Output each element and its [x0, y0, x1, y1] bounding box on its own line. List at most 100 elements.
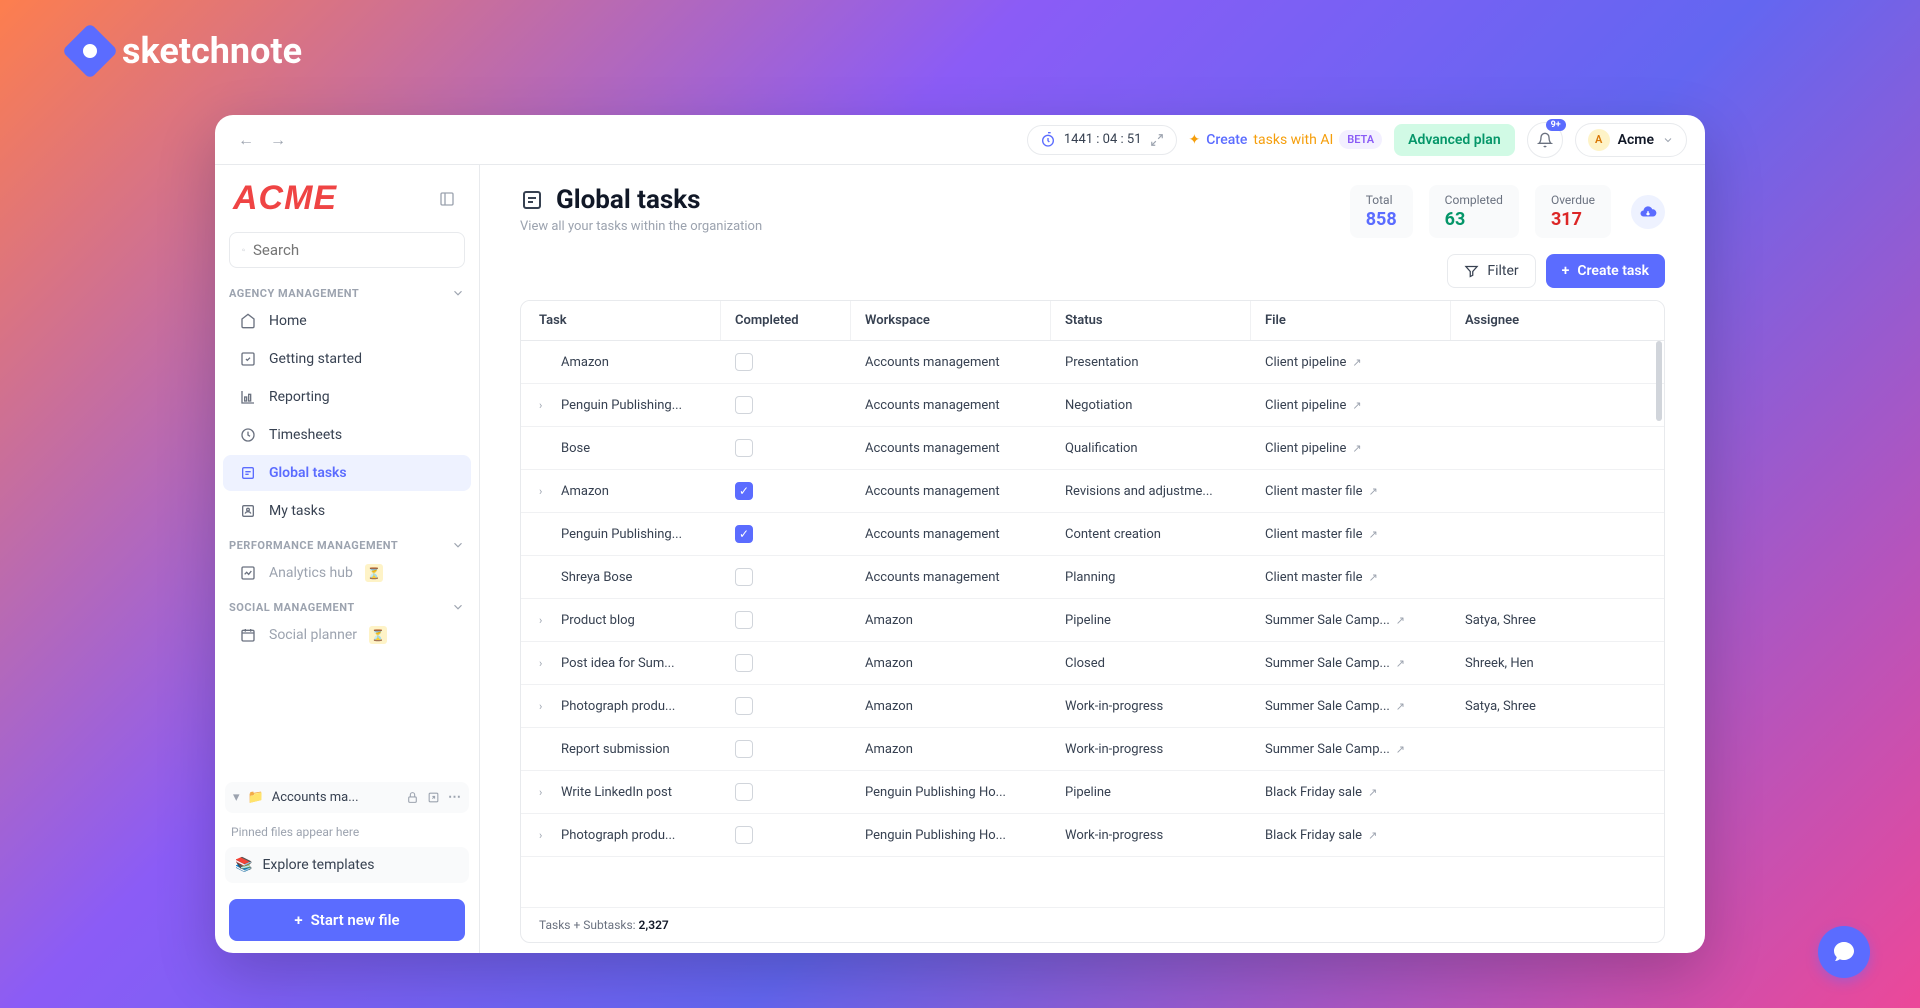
plan-button[interactable]: Advanced plan: [1394, 124, 1515, 156]
external-link-icon[interactable]: ↗: [1352, 442, 1361, 455]
sidebar-item-home[interactable]: Home: [223, 303, 471, 339]
org-switcher[interactable]: A Acme: [1575, 123, 1687, 157]
table-row[interactable]: Penguin Publishing... ✓ Accounts managem…: [521, 513, 1664, 556]
stat-label: Completed: [1445, 193, 1503, 207]
sidebar-toggle-button[interactable]: [433, 185, 461, 213]
completed-checkbox[interactable]: [735, 353, 753, 371]
completed-checkbox[interactable]: [735, 439, 753, 457]
sidebar-item-timesheets[interactable]: Timesheets: [223, 417, 471, 453]
timer-pill[interactable]: 1441 : 04 : 51: [1027, 125, 1177, 155]
table-row[interactable]: Report submission Amazon Work-in-progres…: [521, 728, 1664, 771]
external-link-icon[interactable]: ↗: [1369, 485, 1378, 498]
filter-button[interactable]: Filter: [1447, 254, 1535, 288]
table-header: Task Completed Workspace Status File Ass…: [521, 301, 1664, 341]
nav-forward-button[interactable]: →: [265, 127, 291, 153]
chevron-down-icon[interactable]: [451, 286, 465, 300]
th-status[interactable]: Status: [1051, 301, 1251, 340]
completed-checkbox[interactable]: ✓: [735, 525, 753, 543]
file-cell: Black Friday sale: [1265, 828, 1362, 843]
create-tasks-ai-button[interactable]: ✦ Create tasks with AI BETA: [1189, 130, 1383, 149]
completed-checkbox[interactable]: [735, 396, 753, 414]
download-button[interactable]: [1631, 195, 1665, 229]
external-link-icon[interactable]: ↗: [1368, 829, 1377, 842]
create-task-button[interactable]: + Create task: [1546, 254, 1665, 288]
expand-icon[interactable]: ›: [539, 786, 553, 799]
th-task[interactable]: Task: [521, 301, 721, 340]
more-icon[interactable]: ⋯: [448, 790, 461, 805]
external-link-icon[interactable]: ↗: [1396, 657, 1405, 670]
completed-checkbox[interactable]: [735, 611, 753, 629]
th-completed[interactable]: Completed: [721, 301, 851, 340]
task-name: Photograph produ...: [561, 699, 675, 714]
table-row[interactable]: ›Penguin Publishing... Accounts manageme…: [521, 384, 1664, 427]
chat-button[interactable]: [1818, 926, 1870, 978]
th-workspace[interactable]: Workspace: [851, 301, 1051, 340]
nav-back-button[interactable]: ←: [233, 127, 259, 153]
sidebar-item-social-planner[interactable]: Social planner⏳: [223, 617, 471, 653]
expand-icon[interactable]: ›: [539, 614, 553, 627]
plus-icon: +: [1562, 263, 1570, 279]
completed-checkbox[interactable]: [735, 697, 753, 715]
workspace-cell: Amazon: [851, 730, 1051, 769]
expand-icon[interactable]: ›: [539, 700, 553, 713]
sidebar-item-global-tasks[interactable]: Global tasks: [223, 455, 471, 491]
table-body[interactable]: Amazon Accounts management Presentation …: [521, 341, 1664, 907]
file-cell: Client pipeline: [1265, 398, 1346, 413]
completed-checkbox[interactable]: [735, 826, 753, 844]
external-link-icon[interactable]: ↗: [1352, 399, 1361, 412]
expand-icon[interactable]: ›: [539, 485, 553, 498]
table-row[interactable]: ›Post idea for Sum... Amazon Closed Summ…: [521, 642, 1664, 685]
table-row[interactable]: Amazon Accounts management Presentation …: [521, 341, 1664, 384]
open-icon[interactable]: [427, 791, 440, 804]
status-cell: Closed: [1051, 644, 1251, 683]
expand-icon[interactable]: ›: [539, 829, 553, 842]
external-link-icon[interactable]: ↗: [1396, 743, 1405, 756]
sidebar-item-my-tasks[interactable]: My tasks: [223, 493, 471, 529]
table-footer: Tasks + Subtasks: 2,327: [521, 907, 1664, 942]
task-name: Amazon: [561, 484, 609, 499]
completed-checkbox[interactable]: [735, 740, 753, 758]
caret-down-icon: ▾: [233, 790, 240, 805]
completed-checkbox[interactable]: ✓: [735, 482, 753, 500]
expand-icon[interactable]: ›: [539, 657, 553, 670]
create-label: Create task: [1577, 263, 1649, 279]
file-cell: Client pipeline: [1265, 441, 1346, 456]
table-row[interactable]: ›Write LinkedIn post Penguin Publishing …: [521, 771, 1664, 814]
external-link-icon[interactable]: ↗: [1369, 528, 1378, 541]
chevron-down-icon[interactable]: [451, 538, 465, 552]
table-row[interactable]: ›Photograph produ... Penguin Publishing …: [521, 814, 1664, 857]
external-link-icon[interactable]: ↗: [1369, 571, 1378, 584]
table-row[interactable]: Shreya Bose Accounts management Planning…: [521, 556, 1664, 599]
stat-overdue: Overdue 317: [1535, 185, 1611, 238]
workspace-cell: Accounts management: [851, 515, 1051, 554]
table-row[interactable]: ›Photograph produ... Amazon Work-in-prog…: [521, 685, 1664, 728]
completed-checkbox[interactable]: [735, 654, 753, 672]
external-link-icon[interactable]: ↗: [1368, 786, 1377, 799]
search-icon: [242, 242, 245, 258]
table-row[interactable]: ›Product blog Amazon Pipeline Summer Sal…: [521, 599, 1664, 642]
th-assignee[interactable]: Assignee: [1451, 301, 1571, 340]
search-input[interactable]: [253, 241, 452, 259]
completed-checkbox[interactable]: [735, 568, 753, 586]
external-link-icon[interactable]: ↗: [1352, 356, 1361, 369]
scrollbar[interactable]: [1656, 341, 1662, 421]
sidebar-item-getting-started[interactable]: Getting started: [223, 341, 471, 377]
file-cell: Black Friday sale: [1265, 785, 1362, 800]
notifications-button[interactable]: 9+: [1527, 122, 1563, 158]
chevron-down-icon[interactable]: [451, 600, 465, 614]
table-row[interactable]: Bose Accounts management Qualification C…: [521, 427, 1664, 470]
completed-checkbox[interactable]: [735, 783, 753, 801]
sidebar-item-reporting[interactable]: Reporting: [223, 379, 471, 415]
external-link-icon[interactable]: ↗: [1396, 614, 1405, 627]
external-link-icon[interactable]: ↗: [1396, 700, 1405, 713]
search-input-wrapper[interactable]: [229, 232, 465, 268]
sidebar-item-analytics[interactable]: Analytics hub⏳: [223, 555, 471, 591]
workspace-item[interactable]: ▾ 📁 Accounts ma... ⋯: [225, 782, 469, 813]
topbar: ← → 1441 : 04 : 51 ✦ Create tasks with A…: [215, 115, 1705, 165]
table-row[interactable]: ›Amazon ✓ Accounts management Revisions …: [521, 470, 1664, 513]
explore-templates-button[interactable]: 📚 Explore templates: [225, 847, 469, 883]
filter-icon: [1464, 264, 1479, 279]
start-new-file-button[interactable]: + Start new file: [229, 899, 465, 941]
th-file[interactable]: File: [1251, 301, 1451, 340]
expand-icon[interactable]: ›: [539, 399, 553, 412]
